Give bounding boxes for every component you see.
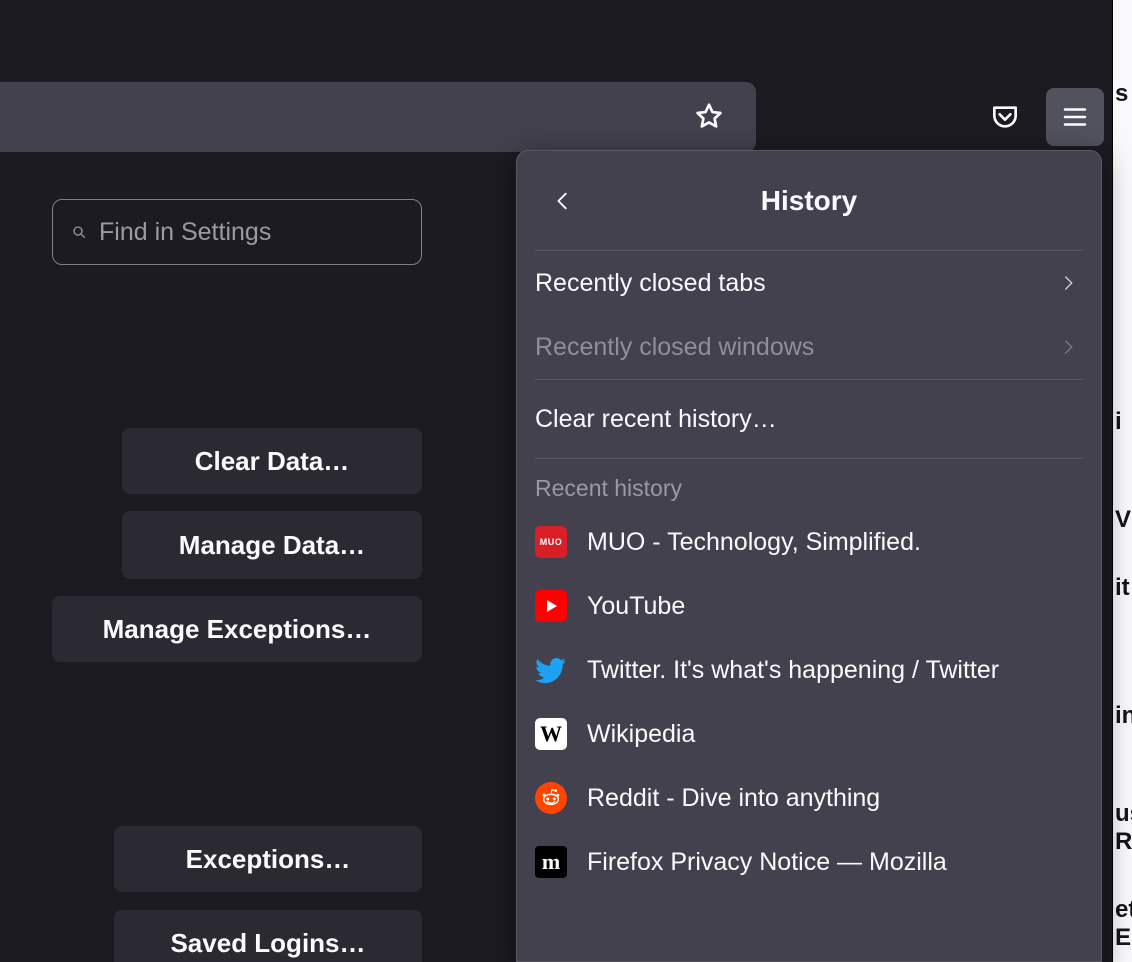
history-item-muo[interactable]: MUO MUO - Technology, Simplified. bbox=[517, 510, 1101, 574]
bookmark-star-button[interactable] bbox=[680, 88, 738, 146]
history-item-mozilla[interactable]: m Firefox Privacy Notice — Mozilla bbox=[517, 830, 1101, 894]
search-icon bbox=[71, 220, 87, 244]
recently-closed-tabs-item[interactable]: Recently closed tabs bbox=[517, 251, 1101, 315]
history-item-label: Firefox Privacy Notice — Mozilla bbox=[587, 848, 947, 877]
history-item-label: Reddit - Dive into anything bbox=[587, 784, 880, 813]
muo-favicon: MUO bbox=[535, 526, 567, 558]
history-panel: History Recently closed tabs Recently cl… bbox=[516, 150, 1102, 962]
manage-exceptions-button[interactable]: Manage Exceptions… bbox=[52, 596, 422, 662]
youtube-favicon bbox=[535, 590, 567, 622]
recently-closed-tabs-label: Recently closed tabs bbox=[535, 269, 1059, 298]
twitter-favicon bbox=[535, 654, 567, 686]
address-bar-segment[interactable] bbox=[0, 82, 756, 152]
history-item-reddit[interactable]: Reddit - Dive into anything bbox=[517, 766, 1101, 830]
recent-history-heading: Recent history bbox=[517, 459, 1101, 510]
window-chrome-top bbox=[0, 0, 1132, 82]
settings-search-container bbox=[52, 199, 422, 265]
exceptions-button[interactable]: Exceptions… bbox=[114, 826, 422, 892]
history-item-label: YouTube bbox=[587, 592, 685, 621]
settings-search-input[interactable] bbox=[99, 218, 421, 247]
bookmark-star-icon bbox=[693, 101, 725, 133]
mozilla-favicon: m bbox=[535, 846, 567, 878]
history-item-youtube[interactable]: YouTube bbox=[517, 574, 1101, 638]
history-item-label: Twitter. It's what's happening / Twitter bbox=[587, 656, 999, 685]
history-item-label: Wikipedia bbox=[587, 720, 695, 749]
wikipedia-favicon: W bbox=[535, 718, 567, 750]
recently-closed-windows-item: Recently closed windows bbox=[517, 315, 1101, 379]
history-item-label: MUO - Technology, Simplified. bbox=[587, 528, 921, 557]
browser-toolbar bbox=[0, 82, 1132, 152]
app-menu-button[interactable] bbox=[1046, 88, 1104, 146]
clear-recent-history-item[interactable]: Clear recent history… bbox=[517, 380, 1101, 458]
background-page-edge: s i V it in us R et E bbox=[1112, 0, 1132, 962]
pocket-button[interactable] bbox=[976, 88, 1034, 146]
clear-data-button[interactable]: Clear Data… bbox=[122, 428, 422, 494]
chevron-right-icon bbox=[1059, 336, 1077, 358]
chevron-left-icon bbox=[552, 188, 574, 214]
manage-data-button[interactable]: Manage Data… bbox=[122, 511, 422, 579]
clear-recent-history-label: Clear recent history… bbox=[535, 405, 1083, 434]
recently-closed-windows-label: Recently closed windows bbox=[535, 333, 1059, 362]
saved-logins-button[interactable]: Saved Logins… bbox=[114, 910, 422, 962]
history-item-twitter[interactable]: Twitter. It's what's happening / Twitter bbox=[517, 638, 1101, 702]
chevron-right-icon bbox=[1059, 272, 1077, 294]
panel-header: History bbox=[535, 151, 1083, 251]
panel-back-button[interactable] bbox=[535, 151, 591, 250]
reddit-favicon bbox=[535, 782, 567, 814]
panel-title: History bbox=[761, 185, 857, 217]
pocket-icon bbox=[989, 101, 1021, 133]
history-item-wikipedia[interactable]: W Wikipedia bbox=[517, 702, 1101, 766]
hamburger-menu-icon bbox=[1060, 102, 1090, 132]
